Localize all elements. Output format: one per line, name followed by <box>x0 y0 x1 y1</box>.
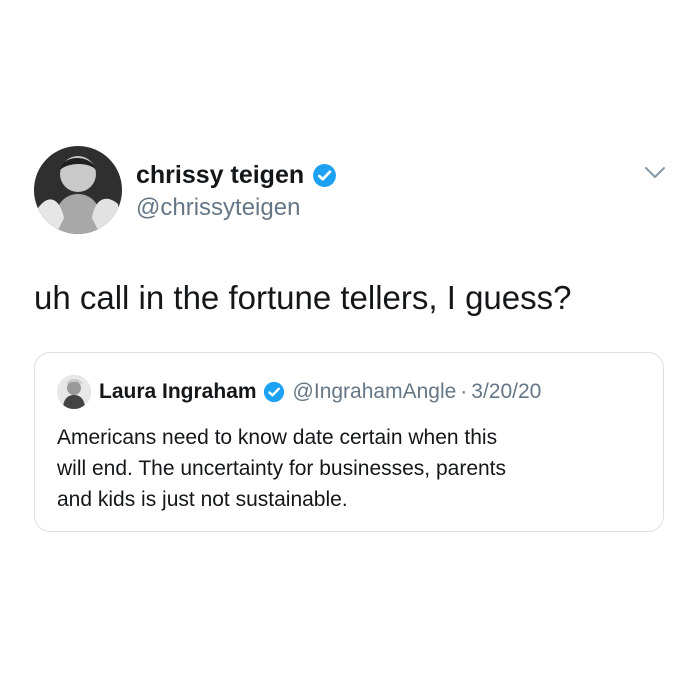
quoted-verified-badge-icon <box>263 381 285 403</box>
quoted-tweet-date[interactable]: 3/20/20 <box>471 378 541 406</box>
quoted-tweet-text-line: will end. The uncertainty for businesses… <box>57 457 507 480</box>
quoted-tweet-text-line: and kids is just not sustainable. <box>57 488 348 511</box>
quoted-tweet-card[interactable]: Laura Ingraham @IngrahamAngle · 3/20/20 … <box>34 352 664 532</box>
date-separator: · <box>460 380 468 403</box>
chevron-down-icon[interactable] <box>643 163 667 183</box>
author-name[interactable]: chrissy teigen <box>136 160 304 190</box>
quoted-tweet-text-line: Americans need to know date certain when… <box>57 426 498 449</box>
quoted-author-avatar[interactable] <box>57 375 91 409</box>
author-avatar[interactable] <box>34 146 122 234</box>
verified-badge-icon <box>312 163 337 188</box>
author-handle[interactable]: @chrissyteigen <box>136 193 300 223</box>
author-name-row: chrissy teigen <box>136 160 337 190</box>
quoted-tweet-header: Laura Ingraham @IngrahamAngle · 3/20/20 <box>57 375 541 409</box>
tweet-text: uh call in the fortune tellers, I guess? <box>34 279 572 316</box>
quoted-author-handle[interactable]: @IngrahamAngle <box>293 378 457 406</box>
quoted-author-name[interactable]: Laura Ingraham <box>99 378 257 406</box>
quoted-tweet-text: Americans need to know date certain when… <box>57 422 647 515</box>
tweet-card: chrissy teigen @chrissyteigen uh call in… <box>0 0 700 700</box>
